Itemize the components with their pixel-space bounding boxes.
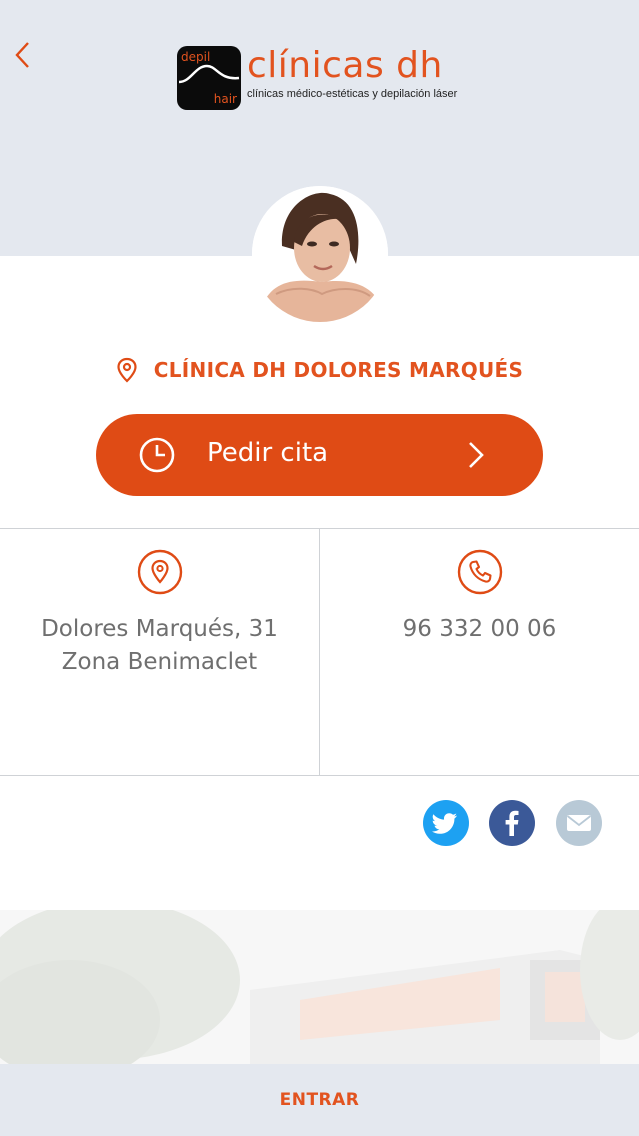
phone-number[interactable]: 96 332 00 06: [320, 613, 639, 646]
storefront-image: [0, 910, 639, 1066]
clinic-avatar: [252, 186, 388, 322]
clinic-storefront-photo: [0, 910, 639, 1066]
chevron-left-icon: [15, 42, 29, 68]
back-button[interactable]: [10, 38, 38, 72]
logo-mark: depil hair: [177, 46, 241, 110]
location-pin-icon: [117, 357, 137, 383]
contact-info-grid: Dolores Marqués, 31 Zona Benimaclet 96 3…: [0, 528, 639, 776]
brand-logo: depil hair clínicas dh clínicas médico-e…: [177, 46, 457, 110]
address-line-2: Zona Benimaclet: [61, 649, 258, 675]
logo-title: clínicas dh: [247, 45, 443, 86]
chevron-right-icon: [469, 442, 484, 468]
location-pin-icon: [137, 549, 182, 595]
clock-icon: [139, 437, 175, 473]
avatar-image: [252, 186, 388, 322]
phone-icon: [457, 549, 502, 595]
mail-icon: [566, 815, 592, 831]
logo-mark-word-bottom: hair: [213, 92, 237, 106]
email-share-button[interactable]: [556, 800, 602, 846]
address-line-1: Dolores Marqués, 31: [41, 616, 278, 642]
twitter-icon: [431, 813, 457, 834]
address-cell[interactable]: Dolores Marqués, 31 Zona Benimaclet: [0, 529, 319, 775]
facebook-icon: [505, 810, 519, 836]
clinic-title-row: CLÍNICA DH DOLORES MARQUÉS: [0, 350, 639, 390]
address-text: Dolores Marqués, 31 Zona Benimaclet: [0, 613, 319, 679]
clinic-name: CLÍNICA DH DOLORES MARQUÉS: [153, 358, 524, 382]
facebook-share-button[interactable]: [489, 800, 535, 846]
wave-icon: [178, 64, 240, 84]
phone-cell[interactable]: 96 332 00 06: [320, 529, 639, 775]
enter-label: ENTRAR: [279, 1090, 360, 1110]
book-appointment-label: Pedir cita: [207, 438, 329, 468]
book-appointment-button[interactable]: Pedir cita: [96, 414, 543, 496]
twitter-share-button[interactable]: [423, 800, 469, 846]
logo-subtitle: clínicas médico-estéticas y depilación l…: [247, 88, 458, 100]
enter-button[interactable]: ENTRAR: [0, 1064, 639, 1136]
